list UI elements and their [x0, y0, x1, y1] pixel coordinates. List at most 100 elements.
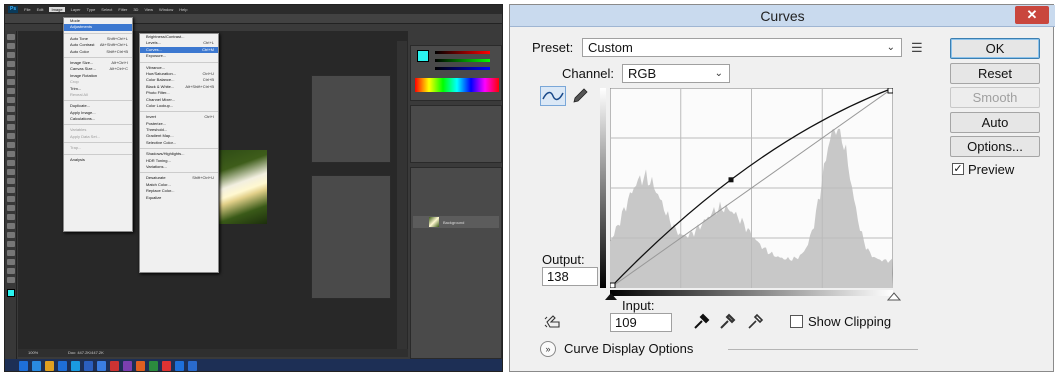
tool-icon[interactable] [6, 70, 15, 76]
menu-item[interactable]: Analysis [64, 157, 132, 163]
taskbar-app-icon[interactable] [45, 361, 54, 371]
tool-icon[interactable] [6, 133, 15, 139]
channel-dropdown[interactable]: RGB ⌄ [622, 64, 730, 83]
curve-display-options-label[interactable]: Curve Display Options [564, 341, 693, 356]
foreground-color-swatch[interactable] [6, 289, 15, 297]
tool-icon[interactable] [6, 106, 15, 112]
taskbar-app-icon[interactable] [136, 361, 145, 371]
tool-icon[interactable] [6, 142, 15, 148]
preview-checkbox[interactable]: ✓ [952, 163, 964, 175]
tool-icon[interactable] [6, 178, 15, 184]
doc-size: Doc: 447.2K/447.2K [68, 350, 104, 355]
input-field[interactable]: 109 [610, 313, 672, 332]
options-button[interactable]: Options... [950, 136, 1040, 157]
taskbar-app-icon[interactable] [71, 361, 80, 371]
tool-icon[interactable] [6, 43, 15, 49]
menubar-item[interactable]: Help [179, 7, 187, 12]
menu-item[interactable]: Trap... [64, 145, 132, 151]
white-eyedropper-icon[interactable] [746, 313, 764, 331]
ok-button[interactable]: OK [950, 38, 1040, 59]
show-clipping-checkbox[interactable] [790, 315, 803, 328]
tool-icon[interactable] [6, 34, 15, 40]
taskbar-app-icon[interactable] [84, 361, 93, 371]
document-image [215, 150, 267, 224]
menu-item[interactable]: Color Lookup... [140, 103, 218, 109]
preset-dropdown[interactable]: Custom ⌄ [582, 38, 902, 57]
taskbar-app-icon[interactable] [97, 361, 106, 371]
black-eyedropper-icon[interactable] [692, 313, 710, 331]
output-field[interactable]: 138 [542, 267, 598, 286]
menubar-item[interactable]: Edit [37, 7, 44, 12]
taskbar-app-icon[interactable] [110, 361, 119, 371]
close-button[interactable]: ✕ [1015, 6, 1049, 24]
curve-graph[interactable] [610, 88, 893, 288]
taskbar-app-icon[interactable] [19, 361, 28, 371]
tool-icon[interactable] [6, 88, 15, 94]
tool-icon[interactable] [6, 241, 15, 247]
tool-icon[interactable] [6, 259, 15, 265]
tool-icon[interactable] [6, 187, 15, 193]
menubar-item[interactable]: Filter [118, 7, 127, 12]
tool-icon[interactable] [6, 52, 15, 58]
tool-icon[interactable] [6, 97, 15, 103]
zoom-level: 100% [28, 350, 39, 355]
menu-item[interactable]: Equalize [140, 195, 218, 201]
tool-icon[interactable] [6, 79, 15, 85]
preset-options-icon[interactable]: ☰ [911, 40, 923, 56]
menubar-item[interactable]: 3D [133, 7, 138, 12]
menubar-item[interactable]: View [144, 7, 153, 12]
tool-icon[interactable] [6, 250, 15, 256]
menu-item[interactable]: Exposure... [140, 53, 218, 59]
tool-icon[interactable] [6, 61, 15, 67]
ps-logo: Ps [8, 6, 19, 13]
menu-item[interactable]: Auto Color Shift+Ctrl+B [64, 49, 132, 55]
taskbar-app-icon[interactable] [175, 361, 184, 371]
menubar-item[interactable]: Layer [71, 7, 81, 12]
tool-icon[interactable] [6, 277, 15, 283]
menu-item[interactable]: Adjustments [64, 24, 132, 31]
taskbar-app-icon[interactable] [149, 361, 158, 371]
expand-chevron-icon[interactable]: » [540, 341, 556, 357]
menu-item-label: Analysis [70, 156, 85, 162]
menubar-item[interactable]: Type [87, 7, 96, 12]
tool-icon[interactable] [6, 160, 15, 166]
menu-item[interactable]: Variations... [140, 164, 218, 170]
taskbar-app-icon[interactable] [188, 361, 197, 371]
tool-icon[interactable] [6, 169, 15, 175]
taskbar-app-icon[interactable] [162, 361, 171, 371]
smooth-button[interactable]: Smooth [950, 87, 1040, 108]
tool-icon[interactable] [6, 151, 15, 157]
ps-status-bar: 100% Doc: 447.2K/447.2K [18, 349, 408, 357]
tool-icon[interactable] [6, 124, 15, 130]
menubar-item[interactable]: File [24, 7, 30, 12]
menu-item-label: Invert [146, 114, 157, 120]
tool-icon[interactable] [6, 205, 15, 211]
menu-item-label: Gradient Map... [146, 133, 174, 139]
gray-eyedropper-icon[interactable] [718, 313, 736, 331]
menu-item[interactable]: Selective Color... [140, 140, 218, 146]
auto-button[interactable]: Auto [950, 112, 1040, 133]
tool-icon[interactable] [6, 214, 15, 220]
tool-icon[interactable] [6, 196, 15, 202]
taskbar-app-icon[interactable] [32, 361, 41, 371]
menubar-item[interactable]: Select [101, 7, 112, 12]
panel-dock [397, 41, 407, 351]
pencil-tool[interactable] [570, 86, 590, 106]
white-point-slider[interactable] [887, 292, 901, 301]
black-point-slider[interactable] [604, 292, 618, 301]
taskbar-app-icon[interactable] [123, 361, 132, 371]
menubar-item[interactable]: Window [159, 7, 173, 12]
curve-point-tool[interactable] [540, 86, 566, 106]
tool-icon[interactable] [6, 232, 15, 238]
reset-button[interactable]: Reset [950, 63, 1040, 84]
tool-icon[interactable] [6, 115, 15, 121]
on-image-adjust-icon[interactable] [544, 313, 564, 331]
menubar-item[interactable]: Image [49, 7, 65, 12]
menu-item-label: Color Lookup... [146, 102, 174, 108]
menu-item[interactable]: Reveal All [64, 92, 132, 98]
tool-icon[interactable] [6, 268, 15, 274]
menu-item[interactable]: Apply Data Set... [64, 134, 132, 140]
taskbar-app-icon[interactable] [58, 361, 67, 371]
menu-item[interactable]: Calculations... [64, 116, 132, 122]
tool-icon[interactable] [6, 223, 15, 229]
